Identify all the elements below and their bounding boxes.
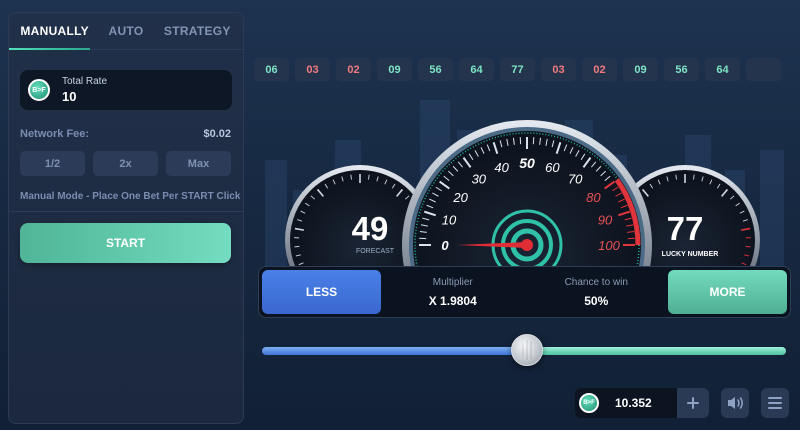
network-fee-label: Network Fee: — [20, 128, 90, 140]
speedometer: 0 10 20 30 40 50 60 7080 90 100 — [402, 120, 652, 270]
forecast-slider[interactable] — [262, 334, 786, 366]
max-button[interactable]: Max — [166, 151, 231, 176]
history-item: 06 — [254, 58, 289, 81]
history-item: 09 — [377, 58, 412, 81]
history-item: 03 — [541, 58, 576, 81]
speedometer-tick-label: 30 — [472, 172, 487, 187]
gauge-tick — [294, 245, 300, 248]
manual-mode-note: Manual Mode - Place One Bet Per START Cl… — [20, 191, 241, 202]
result-history: 06 03 02 09 56 64 77 03 02 09 56 64 — [254, 58, 781, 81]
speedometer-tick-label: 0 — [441, 238, 449, 253]
history-item: 56 — [664, 58, 699, 81]
less-button[interactable]: LESS — [262, 270, 381, 314]
speedometer-tick-label: 60 — [545, 160, 560, 175]
network-fee-row: Network Fee: $0.02 — [20, 128, 231, 140]
forecast-value: 49 — [352, 210, 389, 247]
balance-value: 10.352 — [615, 396, 652, 410]
start-button[interactable]: START — [20, 223, 231, 263]
history-item: 77 — [500, 58, 535, 81]
more-button[interactable]: MORE — [668, 270, 787, 314]
half-button[interactable]: 1/2 — [20, 151, 85, 176]
history-item: 56 — [418, 58, 453, 81]
plus-icon — [687, 397, 699, 409]
bet-panel: MANUALLY AUTO STRATEGY B>F Total Rate 10… — [8, 12, 244, 424]
history-item: 09 — [623, 58, 658, 81]
balance-display: B>F 10.352 — [575, 388, 709, 418]
bet-multiplier-buttons: 1/2 2x Max — [20, 151, 231, 176]
lucky-value: 77 — [667, 210, 704, 247]
network-fee-value: $0.02 — [203, 128, 231, 140]
history-item: 02 — [582, 58, 617, 81]
lucky-label: LUCKY NUMBER — [662, 251, 719, 258]
bet-direction-bar: LESS Multiplier X 1.9804 Chance to win 5… — [258, 266, 791, 318]
tab-strategy[interactable]: STRATEGY — [162, 13, 233, 49]
mode-tabs: MANUALLY AUTO STRATEGY — [8, 13, 243, 50]
speedometer-tick-label: 100 — [598, 238, 620, 253]
slider-fill-more — [526, 347, 786, 355]
multiplier-stat: Multiplier X 1.9804 — [381, 277, 525, 308]
tab-auto[interactable]: AUTO — [90, 13, 161, 49]
speedometer-tick-label: 50 — [519, 155, 535, 171]
chance-label: Chance to win — [564, 276, 628, 288]
history-item: 03 — [295, 58, 330, 81]
total-rate-value[interactable]: 10 — [62, 89, 107, 104]
sound-button[interactable] — [721, 388, 749, 418]
slider-thumb[interactable] — [510, 334, 543, 366]
speedometer-tick-label: 10 — [442, 213, 457, 228]
currency-chip-icon: B>F — [28, 79, 50, 101]
total-rate-field[interactable]: B>F Total Rate 10 — [20, 70, 232, 110]
slider-fill-less — [262, 347, 527, 355]
speedometer-tick-label: 70 — [568, 172, 583, 187]
currency-chip-icon: B>F — [579, 393, 599, 413]
speedometer-tick-label: 40 — [494, 160, 509, 175]
history-item: 02 — [336, 58, 371, 81]
tab-manually[interactable]: MANUALLY — [8, 13, 91, 50]
multiplier-label: Multiplier — [432, 276, 473, 288]
history-item: 64 — [459, 58, 494, 81]
total-rate-label: Total Rate — [62, 76, 108, 87]
menu-icon — [768, 397, 782, 409]
menu-button[interactable] — [761, 388, 789, 418]
sound-icon — [728, 397, 743, 409]
speedometer-tick-label: 80 — [586, 190, 601, 205]
speedometer-tick-label: 20 — [452, 190, 468, 205]
chance-stat: Chance to win 50% — [525, 277, 669, 308]
panel-divider — [9, 211, 243, 212]
deposit-plus-button[interactable] — [677, 388, 709, 418]
history-item-empty — [746, 58, 781, 81]
forecast-label: FORECAST — [356, 248, 395, 255]
double-button[interactable]: 2x — [93, 151, 158, 176]
chance-value: 50% — [584, 293, 609, 308]
multiplier-value: X 1.9804 — [428, 293, 477, 308]
history-item: 64 — [705, 58, 740, 81]
gauge-cluster: 49 FORECAST 77 LUCKY NUMBER 0 10 20 30 40 50 6… — [285, 120, 760, 270]
speedometer-tick-label: 90 — [598, 213, 613, 228]
gauge-tick — [745, 245, 751, 248]
